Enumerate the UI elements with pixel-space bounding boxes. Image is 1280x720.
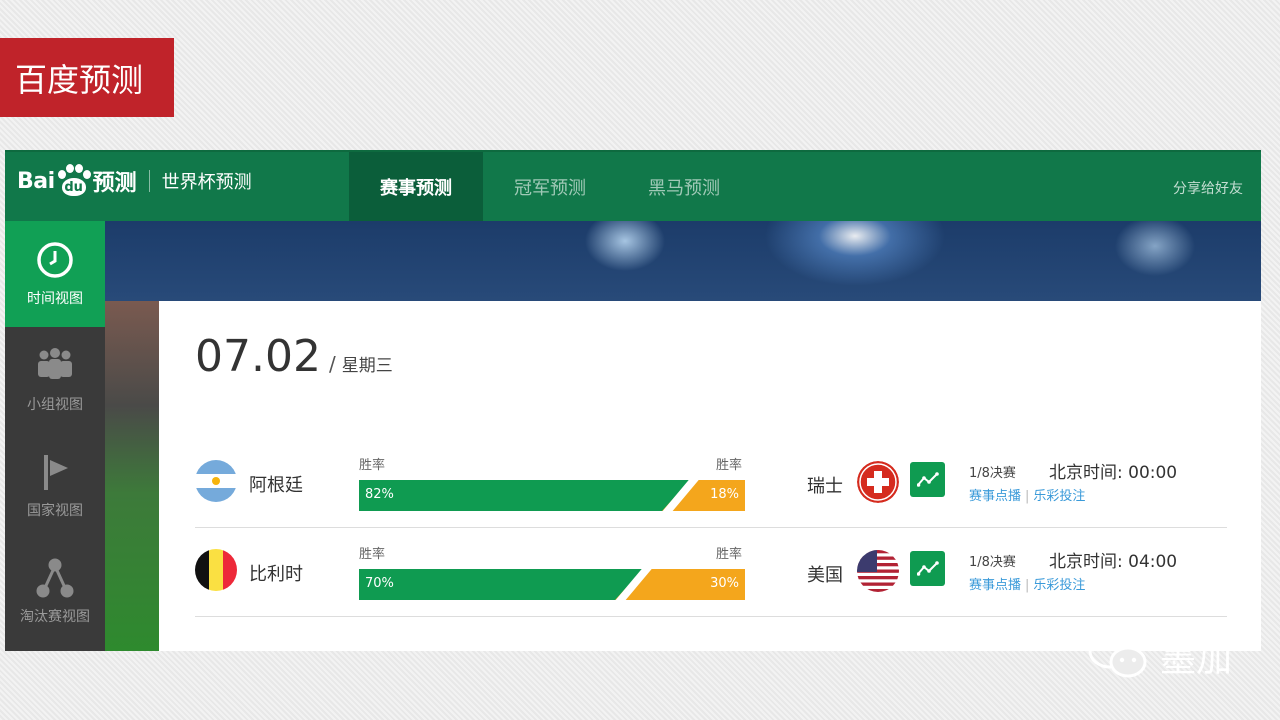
watch-replay-link[interactable]: 赛事点播 — [969, 578, 1021, 593]
match-row[interactable]: 比利时 胜率 胜率 70% 30% 美国 1/8决赛 北京时间: 04:00 赛… — [195, 527, 1227, 617]
home-team-name: 比利时 — [249, 564, 303, 585]
home-winrate-label: 胜率 — [359, 458, 386, 473]
link-separator: | — [1025, 489, 1030, 504]
stadium-banner-edge — [105, 301, 159, 651]
trend-icon — [916, 560, 939, 576]
sidebar-item-country-view[interactable]: 国家视图 — [5, 433, 105, 539]
away-team-name: 瑞士 — [807, 476, 843, 497]
logo-product-text: 预测 — [92, 171, 137, 196]
winrate-bar: 82% 18% — [359, 480, 745, 511]
group-icon — [35, 346, 75, 386]
flag-icon — [35, 452, 75, 492]
match-links: 赛事点播 | 乐彩投注 — [969, 574, 1085, 593]
tab-champion-prediction[interactable]: 冠军预测 — [483, 152, 617, 221]
tab-darkhorse-prediction[interactable]: 黑马预测 — [617, 152, 751, 221]
logo-subtitle: 世界杯预测 — [161, 172, 252, 193]
home-winrate-fill — [359, 480, 690, 511]
usa-flag-icon — [857, 550, 899, 592]
top-navbar: Bai du 预测 世界杯预测 赛事预测 冠军预测 黑马预测 分享给好友 — [5, 150, 1261, 221]
home-team-name: 阿根廷 — [249, 475, 303, 496]
lottery-bet-link[interactable]: 乐彩投注 — [1033, 578, 1085, 593]
winrate-bar: 70% 30% — [359, 569, 745, 600]
sidebar-item-label: 淘汰赛视图 — [20, 609, 90, 625]
match-links: 赛事点播 | 乐彩投注 — [969, 485, 1085, 504]
date-weekday: 星期三 — [341, 356, 393, 376]
match-list-card: 07.02 / 星期三 阿根廷 胜率 胜率 82% 18% 瑞士 1/8决赛 北… — [159, 301, 1261, 651]
link-separator: | — [1025, 578, 1030, 593]
away-team-name: 美国 — [807, 565, 843, 586]
belgium-flag-icon — [195, 549, 237, 591]
away-winrate-value: 30% — [710, 576, 739, 591]
match-row[interactable]: 阿根廷 胜率 胜率 82% 18% 瑞士 1/8决赛 北京时间: 00:00 赛… — [195, 438, 1227, 528]
away-winrate-value: 18% — [710, 487, 739, 502]
away-winrate-label: 胜率 — [716, 458, 743, 473]
slide-title: 百度预测 — [0, 38, 174, 117]
home-winrate-label: 胜率 — [359, 547, 386, 562]
trend-chart-button[interactable] — [910, 462, 945, 497]
logo-bai-text: Bai — [17, 168, 55, 194]
sidebar-item-label: 国家视图 — [27, 503, 83, 519]
tab-match-prediction[interactable]: 赛事预测 — [349, 152, 483, 221]
trend-icon — [916, 471, 939, 487]
bracket-icon — [35, 558, 75, 598]
main-tabs: 赛事预测 冠军预测 黑马预测 — [349, 152, 751, 221]
switzerland-flag-icon — [857, 461, 899, 503]
sidebar-item-time-view[interactable]: 时间视图 — [5, 221, 105, 327]
sidebar: 时间视图 小组视图 国家视图 淘汰赛视图 — [5, 221, 105, 651]
trend-chart-button[interactable] — [910, 551, 945, 586]
lottery-bet-link[interactable]: 乐彩投注 — [1033, 489, 1085, 504]
clock-icon — [35, 240, 75, 280]
wechat-watermark: 墨加 — [1086, 630, 1232, 682]
match-time: 北京时间: 04:00 — [1049, 552, 1178, 572]
date-separator: / — [328, 352, 336, 376]
match-time: 北京时间: 00:00 — [1049, 463, 1178, 483]
watch-replay-link[interactable]: 赛事点播 — [969, 489, 1021, 504]
share-button[interactable]: 分享给好友 — [1173, 178, 1243, 198]
sidebar-item-label: 小组视图 — [27, 397, 83, 413]
wechat-icon — [1088, 633, 1147, 678]
match-stage: 1/8决赛 — [969, 555, 1016, 570]
sidebar-item-label: 时间视图 — [27, 291, 83, 307]
logo-du-text: du — [61, 178, 86, 196]
away-winrate-label: 胜率 — [716, 547, 743, 562]
date-day: 07.02 — [195, 331, 321, 382]
sidebar-item-knockout-view[interactable]: 淘汰赛视图 — [5, 539, 105, 645]
watermark-text: 墨加 — [1160, 639, 1233, 680]
logo-divider — [148, 170, 150, 192]
match-stage: 1/8决赛 — [969, 466, 1016, 481]
date-heading: 07.02 / 星期三 — [195, 331, 393, 382]
argentina-flag-icon — [195, 460, 237, 502]
baidu-logo[interactable]: Bai du 预测 世界杯预测 — [17, 164, 252, 198]
home-winrate-value: 82% — [365, 487, 394, 502]
home-winrate-fill — [359, 569, 643, 600]
home-winrate-value: 70% — [365, 576, 394, 591]
paw-icon: du — [56, 164, 92, 198]
sidebar-item-group-view[interactable]: 小组视图 — [5, 327, 105, 433]
